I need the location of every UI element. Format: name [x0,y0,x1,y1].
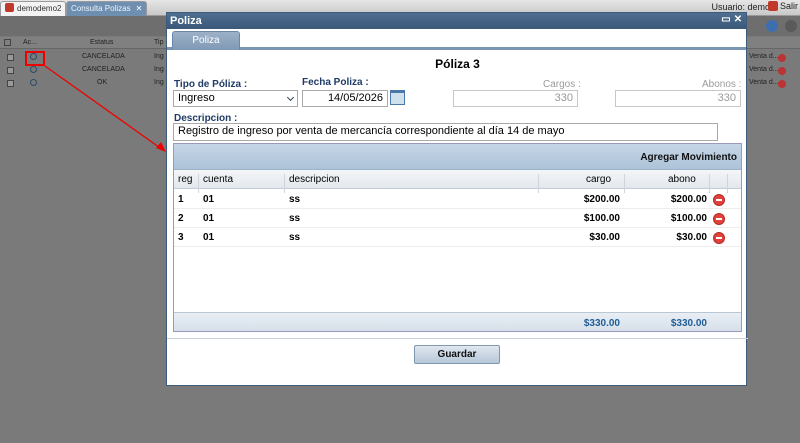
tipo-poliza-value: Ingreso [178,92,215,104]
movimientos-header: reg cuenta descripcion cargo abono [174,170,741,193]
abonos-label: Abonos : [702,79,742,90]
tipo-poliza-select[interactable]: Ingreso [173,90,298,107]
row-cuenta: 01 [203,213,215,224]
col-abono[interactable]: abono [668,174,696,185]
table-row[interactable]: 2 01 ss $100.00 $100.00 [174,209,741,228]
row-abono: $200.00 [670,194,707,205]
row-reg: 2 [178,213,184,224]
row-abono: $30.00 [676,232,707,243]
total-abono: $330.00 [670,318,707,329]
footer-divider [167,338,748,339]
col-cuenta[interactable]: cuenta [203,174,233,185]
row-cuenta: 01 [203,194,215,205]
remove-icon[interactable] [713,213,725,225]
maximize-icon[interactable]: ▭ [721,15,731,25]
dialog-title-bar: Poliza ▭ ✕ [167,13,746,29]
calendar-icon[interactable] [390,90,405,105]
descripcion-input[interactable]: Registro de ingreso por venta de mercanc… [173,123,718,141]
save-button[interactable]: Guardar [414,345,500,364]
total-cargo: $330.00 [583,318,620,329]
cargos-field: 330 [453,90,578,107]
col-cargo[interactable]: cargo [586,174,611,185]
remove-icon[interactable] [713,194,725,206]
totals-row: $330.00 $330.00 [174,312,741,331]
row-cargo: $30.00 [589,232,620,243]
movimientos-toolbar: Agregar Movimiento [174,144,741,170]
dialog-tabstrip: Poliza [167,29,746,50]
page-title: Póliza 3 [435,57,480,71]
fecha-poliza-input[interactable]: 14/05/2026 [302,90,388,107]
remove-icon[interactable] [713,232,725,244]
tab-poliza[interactable]: Poliza [172,31,240,50]
close-icon[interactable]: ✕ [733,15,743,25]
movimientos-grid: Agregar Movimiento reg cuenta descripcio… [173,143,742,332]
abonos-field: 330 [615,90,741,107]
dialog-title: Poliza [170,15,202,27]
row-abono: $100.00 [670,213,707,224]
row-cargo: $100.00 [583,213,620,224]
poliza-dialog: Poliza ▭ ✕ Poliza Póliza 3 Tipo de Póliz… [166,12,748,386]
row-descripcion: ss [289,232,301,243]
cargos-label: Cargos : [543,79,581,90]
add-movement-button[interactable]: Agregar Movimiento [640,152,737,163]
fecha-poliza-label: Fecha Poliza : [302,77,369,88]
tipo-poliza-label: Tipo de Póliza : [174,79,248,90]
row-descripcion: ss [289,213,301,224]
row-reg: 1 [178,194,184,205]
table-row[interactable]: 3 01 ss $30.00 $30.00 [174,228,741,247]
col-reg[interactable]: reg [178,174,192,185]
row-cuenta: 01 [203,232,215,243]
table-row[interactable]: 1 01 ss $200.00 $200.00 [174,190,741,209]
row-descripcion: ss [289,194,301,205]
row-reg: 3 [178,232,184,243]
row-cargo: $200.00 [583,194,620,205]
col-descripcion[interactable]: descripcion [289,174,340,185]
chevron-down-icon [286,93,295,102]
